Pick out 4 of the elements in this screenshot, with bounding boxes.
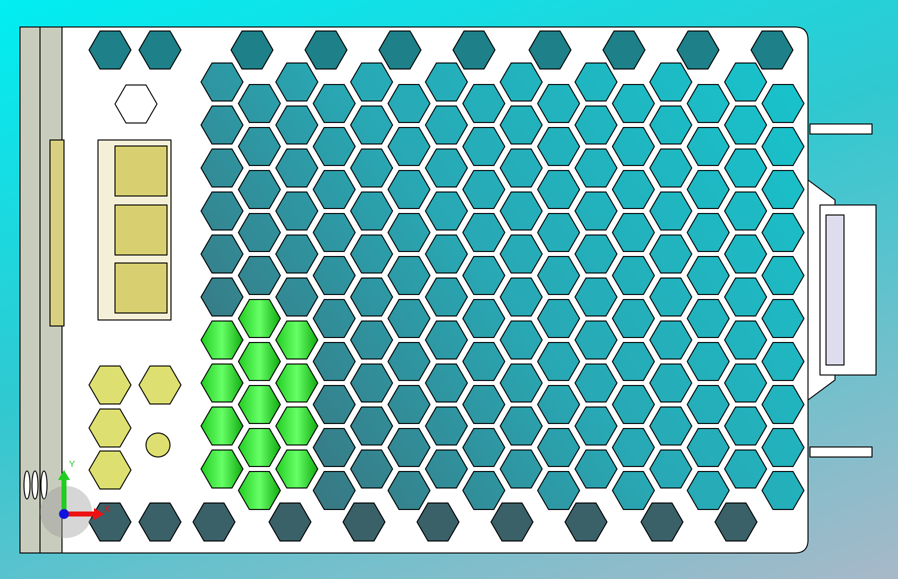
- y-axis-label: Y: [69, 459, 76, 469]
- round-hole-drawing: [146, 432, 170, 458]
- x-axis-label: X: [104, 504, 110, 514]
- axis-triad-icon: [40, 470, 104, 538]
